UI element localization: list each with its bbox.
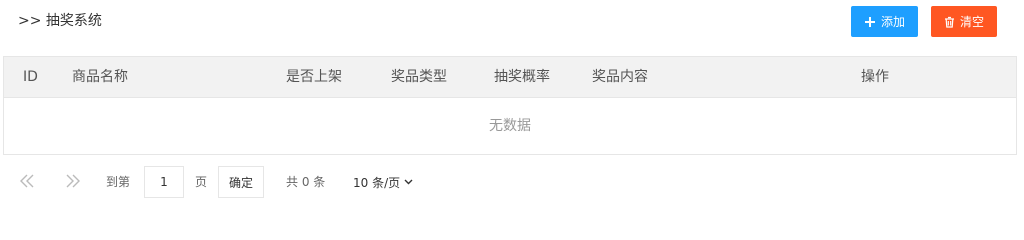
pagination: 到第 页 确定 共 0 条 10 条/页 [0,166,1024,198]
column-header-prize-type: 奖品类型 [391,69,447,85]
add-button[interactable]: 添加 [851,6,918,37]
column-header-actions: 操作 [861,69,889,85]
column-header-prize-content: 奖品内容 [592,69,648,85]
page-size-label: 10 条/页 [353,175,401,190]
page-number-input[interactable] [144,166,184,198]
clear-button[interactable]: 清空 [931,6,997,37]
confirm-button[interactable]: 确定 [218,166,264,198]
page-size-select[interactable]: 10 条/页 [344,166,420,198]
first-page-button[interactable] [13,166,41,198]
total-count: 共 0 条 [286,175,326,189]
empty-message: 无数据 [489,118,531,134]
goto-prefix: 到第 [106,175,131,189]
plus-icon [864,16,876,28]
page-suffix: 页 [195,175,208,189]
data-table: ID 商品名称 是否上架 奖品类型 抽奖概率 奖品内容 操作 无数据 [3,56,1017,155]
column-header-product-name: 商品名称 [72,69,128,85]
double-right-icon [65,172,81,193]
trash-icon [944,16,955,28]
chevron-down-icon [404,179,413,185]
page-title: >> 抽奖系统 [18,13,102,29]
column-header-probability: 抽奖概率 [494,69,550,85]
double-left-icon [19,172,35,193]
table-header: ID 商品名称 是否上架 奖品类型 抽奖概率 奖品内容 操作 [4,57,1016,98]
add-button-label: 添加 [880,15,905,29]
next-page-button[interactable] [59,166,87,198]
column-header-id: ID [23,69,38,85]
column-header-listed: 是否上架 [286,69,342,85]
clear-button-label: 清空 [959,15,984,29]
